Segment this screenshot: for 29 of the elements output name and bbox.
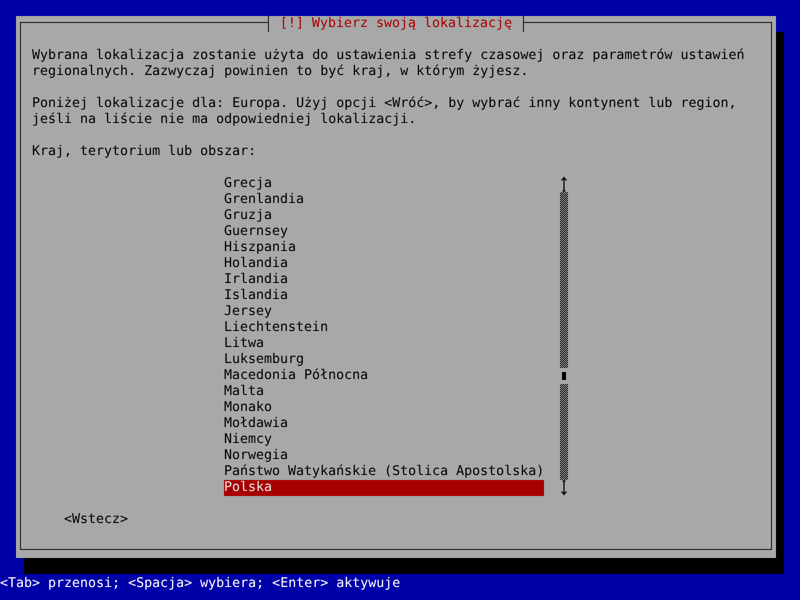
list-item[interactable]: Luksemburg xyxy=(224,352,544,368)
dialog-title: [!] Wybierz swoją lokalizację xyxy=(268,16,524,32)
list-item[interactable]: Malta xyxy=(224,384,544,400)
list-item[interactable]: Litwa xyxy=(224,336,544,352)
list-label: Kraj, terytorium lub obszar: xyxy=(32,144,258,160)
list-item[interactable]: Niemcy xyxy=(224,432,544,448)
list-item[interactable]: Grecja xyxy=(224,176,544,192)
list-item[interactable]: Hiszpania xyxy=(224,240,544,256)
list-item[interactable]: Norwegia xyxy=(224,448,544,464)
scrollbar-thumb xyxy=(560,368,568,384)
arrow-up-icon xyxy=(560,176,568,192)
list-item[interactable]: Mołdawia xyxy=(224,416,544,432)
list-item[interactable]: Polska xyxy=(224,480,544,496)
list-item[interactable]: Państwo Watykańskie (Stolica Apostolska) xyxy=(224,464,544,480)
description-text: Wybrana lokalizacja zostanie użyta do ustawienia strefy czasowej oraz parametrów ustawień regionalnych. Zazwyczaj powinien to być kraj, w którym żyjesz. xyxy=(32,48,746,80)
back-button[interactable]: <Wstecz> xyxy=(64,512,128,528)
list-item[interactable]: Holandia xyxy=(224,256,544,272)
list-item[interactable]: Jersey xyxy=(224,304,544,320)
list-item[interactable]: Grenlandia xyxy=(224,192,544,208)
list-item[interactable]: Monako xyxy=(224,400,544,416)
description-text: Poniżej lokalizacje dla: Europa. Użyj opcji <Wróć>, by wybrać inny kontynent lub region, jeśli na liście nie ma odpowiedniej lokalizacji. xyxy=(32,96,738,128)
list-item[interactable]: Guernsey xyxy=(224,224,544,240)
list-item[interactable]: Islandia xyxy=(224,288,544,304)
list-item[interactable]: Irlandia xyxy=(224,272,544,288)
list-item[interactable]: Macedonia Północna xyxy=(224,368,544,384)
list-item[interactable]: Gruzja xyxy=(224,208,544,224)
list-item[interactable]: Liechtenstein xyxy=(224,320,544,336)
arrow-down-icon xyxy=(560,480,568,496)
key-help-text: <Tab> przenosi; <Spacja> wybiera; <Enter> aktywuje xyxy=(0,576,400,592)
